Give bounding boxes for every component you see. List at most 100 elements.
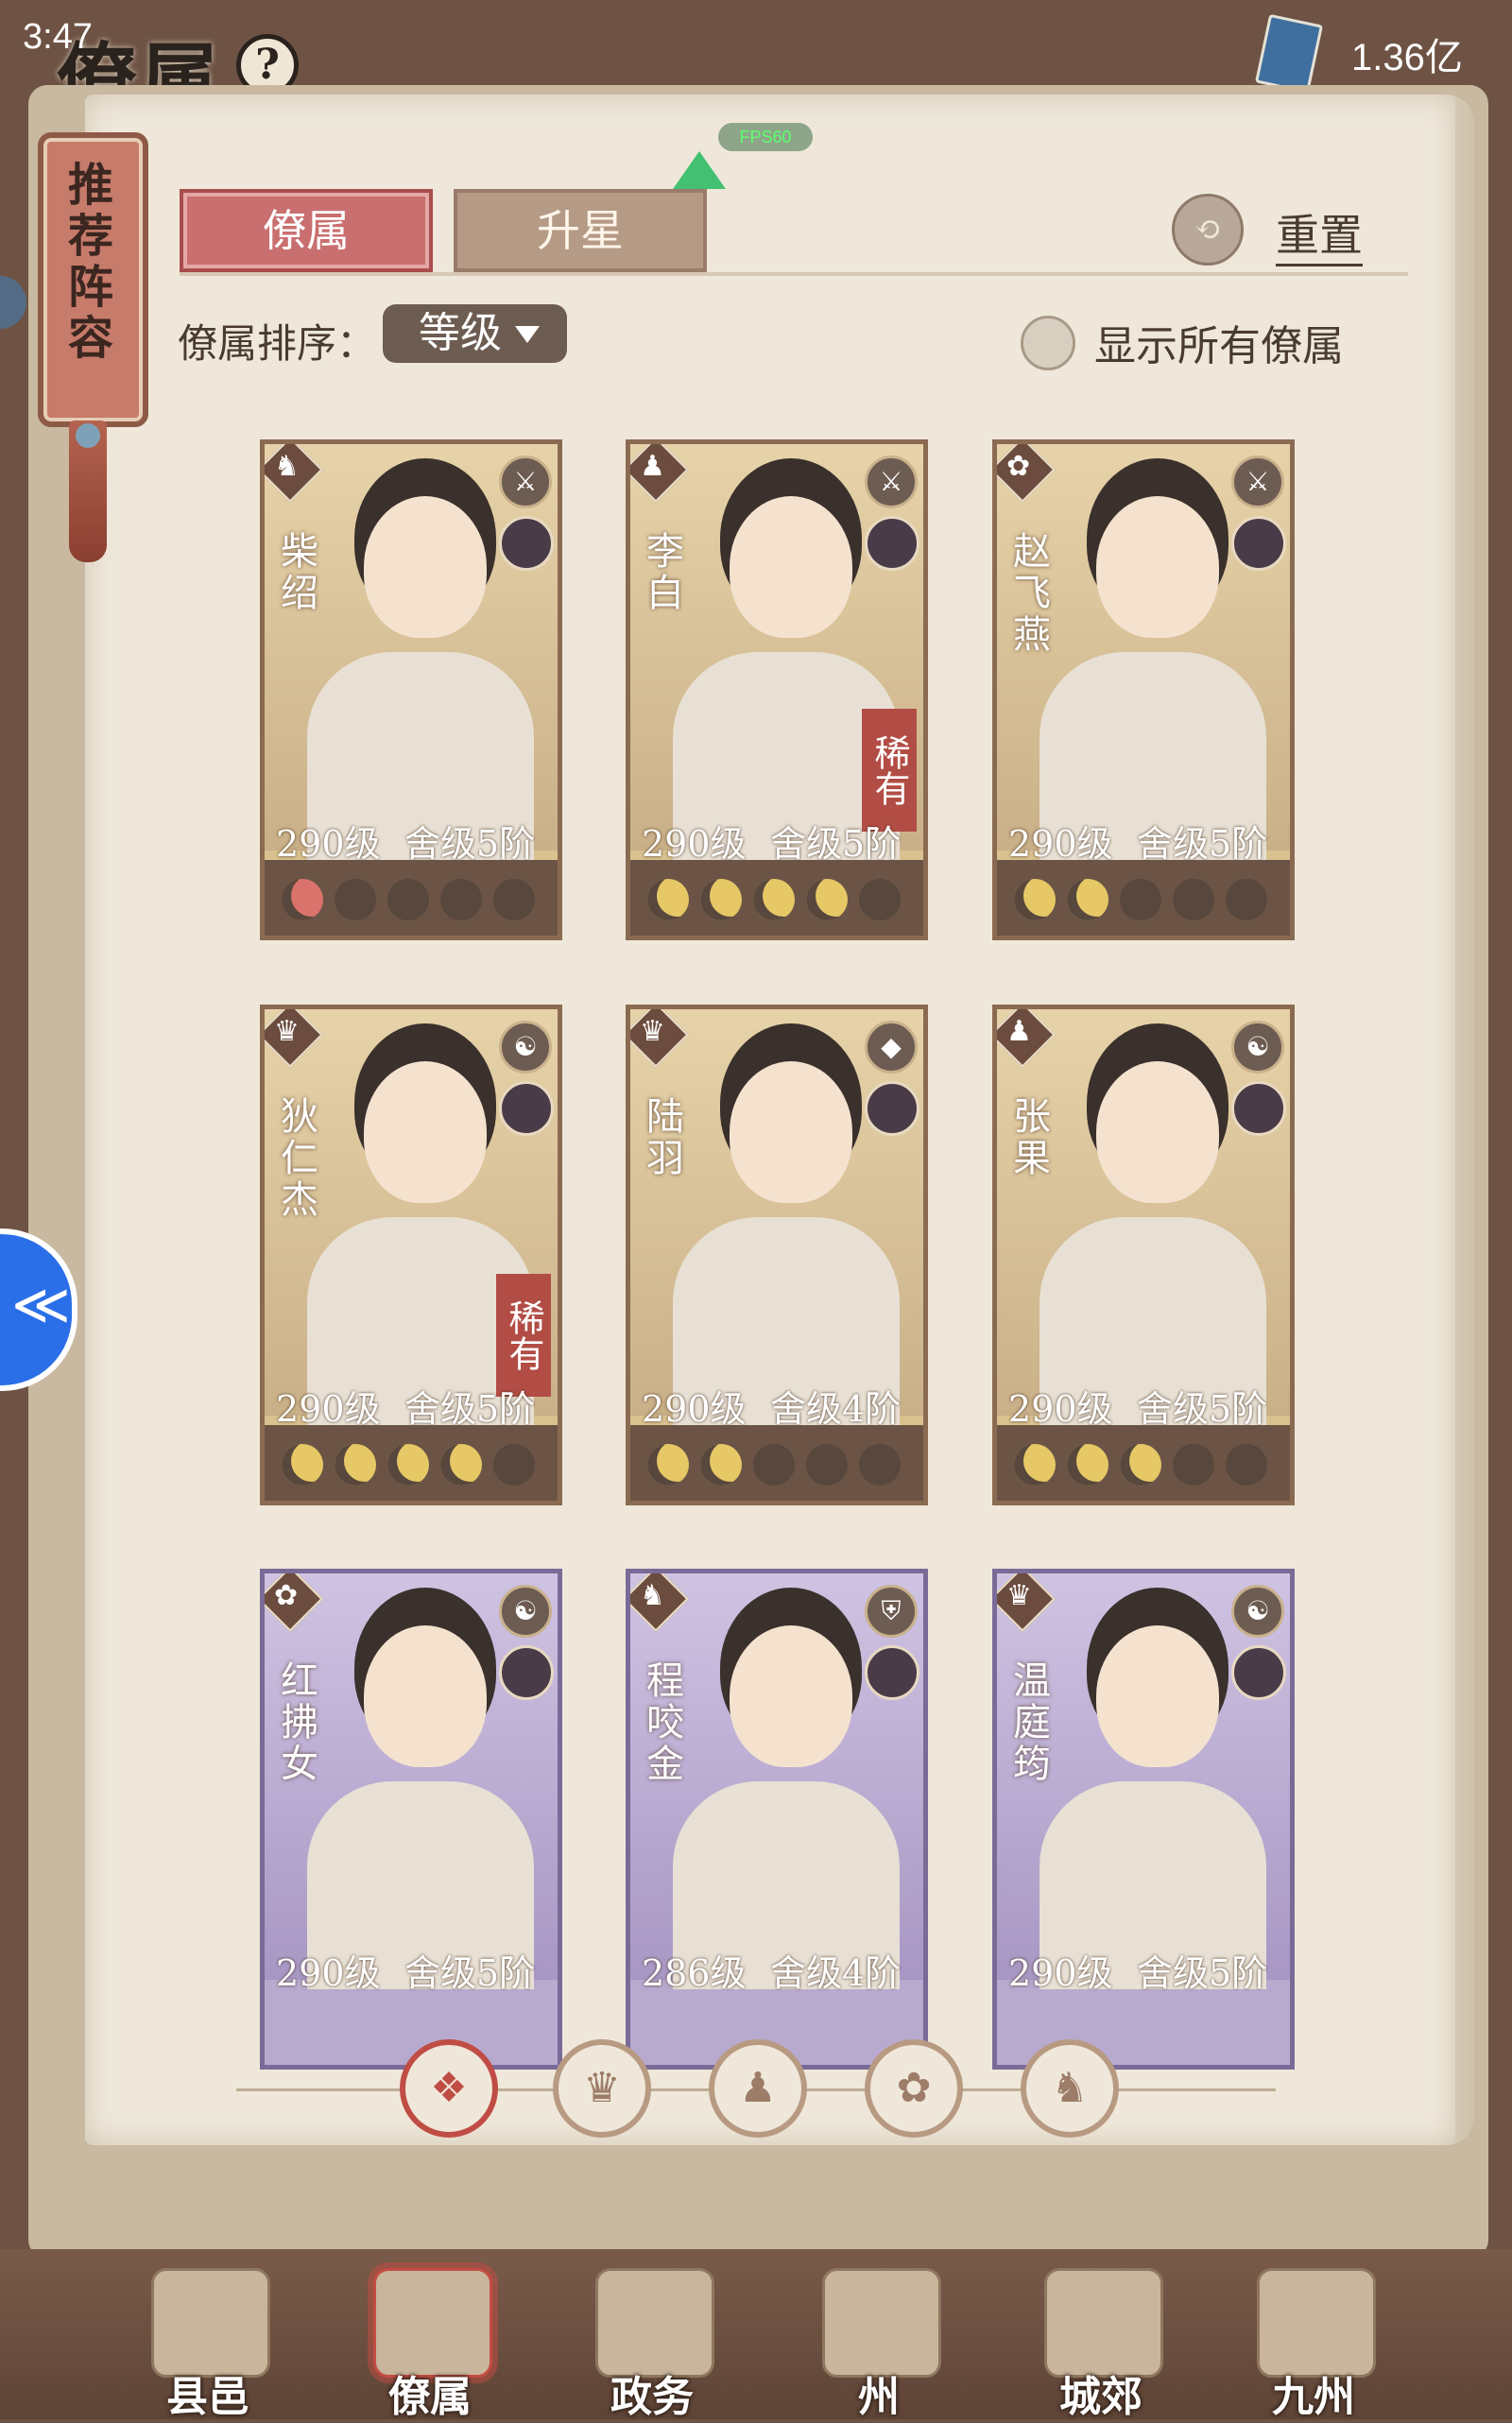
partner-avatar	[865, 516, 919, 571]
partner-avatar	[1231, 516, 1286, 571]
class-glyph-icon: ♛	[1006, 1579, 1032, 1612]
portrait-head	[730, 496, 852, 638]
card-rank: 舍级5阶	[404, 1952, 536, 1994]
chevron-down-icon[interactable]	[515, 326, 540, 343]
reset-button[interactable]: ⟲ 重置	[1172, 194, 1408, 266]
nav-item[interactable]: 县邑	[113, 2259, 302, 2421]
gourd-icon[interactable]: ♟	[709, 2039, 807, 2138]
faction-icon: ⚔	[499, 455, 552, 508]
horse-icon[interactable]: ♞	[1021, 2039, 1119, 2138]
card-rank: 舍级4阶	[770, 1388, 902, 1430]
card-name: 温庭筠	[1006, 1660, 1050, 1785]
sort-label: 僚属排序：	[178, 320, 377, 367]
partner-avatar	[499, 1081, 554, 1136]
official-hat-icon[interactable]: ♛	[553, 2039, 651, 2138]
nav-label: 州	[858, 2373, 900, 2421]
moon-star-icon	[1014, 1444, 1056, 1486]
nav-building-icon	[822, 2268, 941, 2378]
nav-label: 县邑	[166, 2373, 249, 2421]
nav-item[interactable]: 州	[784, 2259, 973, 2421]
card-level: 290级	[1008, 1952, 1113, 1994]
subordinate-card[interactable]: ♞ ⚔ 柴绍 290级 舍级5阶	[260, 439, 562, 940]
show-all-toggle[interactable]	[1021, 316, 1075, 370]
star-row	[630, 1425, 923, 1501]
subordinate-card[interactable]: ✿ ⚔ 赵飞燕 290级 舍级5阶	[992, 439, 1295, 940]
card-name: 柴绍	[274, 531, 318, 614]
nav-item[interactable]: 九州	[1219, 2259, 1408, 2421]
card-stats: 290级 舍级5阶	[997, 815, 1290, 865]
card-stats: 290级 舍级5阶	[997, 1944, 1290, 1994]
nav-item[interactable]: 政务	[558, 2259, 747, 2421]
card-name: 张果	[1006, 1096, 1050, 1179]
class-glyph-icon: ♟	[640, 450, 665, 483]
nav-label: 城郊	[1059, 2373, 1143, 2421]
card-level: 290级	[642, 823, 747, 865]
side-pin-icon[interactable]	[0, 276, 26, 329]
rare-badge: 稀有	[862, 709, 917, 832]
faction-icon: ⛨	[865, 1585, 918, 1638]
fps-badge: FPS60	[718, 123, 813, 151]
moon-star-icon	[1173, 1444, 1214, 1486]
class-glyph-icon: ♞	[274, 450, 300, 483]
portrait-head	[364, 1625, 487, 1767]
subordinate-card[interactable]: ✿ ☯ 红拂女 290级 舍级5阶	[260, 1569, 562, 2070]
card-stats: 290级 舍级5阶	[265, 1380, 558, 1430]
subordinate-card[interactable]: ♛ ☯ 温庭筠 290级 舍级5阶	[992, 1569, 1295, 2070]
tab-star-up[interactable]: 升星	[454, 189, 707, 272]
moon-star-icon	[647, 879, 689, 920]
recommended-lineup-label: 推荐阵容	[60, 161, 112, 365]
card-level: 286级	[642, 1952, 747, 1994]
class-glyph-icon: ♛	[640, 1015, 665, 1048]
all-diamond-icon[interactable]: ❖	[400, 2039, 498, 2138]
card-name: 狄仁杰	[274, 1096, 318, 1221]
faction-icon: ☯	[499, 1021, 552, 1074]
class-glyph-icon: ♟	[1006, 1015, 1032, 1048]
subordinate-card[interactable]: ♛ ◆ 陆羽 290级 舍级4阶	[626, 1005, 928, 1505]
star-row	[630, 860, 923, 936]
subordinate-card[interactable]: ♛ ☯ 狄仁杰 稀有 290级 舍级5阶	[260, 1005, 562, 1505]
tab-subordinates[interactable]: 僚属	[180, 189, 433, 272]
card-level: 290级	[276, 823, 381, 865]
moon-star-icon	[753, 879, 795, 920]
star-row	[997, 860, 1290, 936]
card-level: 290级	[276, 1388, 381, 1430]
subordinate-card[interactable]: ♟ ☯ 张果 290级 舍级5阶	[992, 1005, 1295, 1505]
class-glyph-icon: ✿	[274, 1579, 299, 1612]
card-name: 陆羽	[640, 1096, 683, 1179]
faction-icon: ☯	[1231, 1585, 1284, 1638]
class-glyph-icon: ✿	[1006, 450, 1031, 483]
assistant-icon: ≪	[11, 1273, 71, 1336]
card-level: 290级	[1008, 823, 1113, 865]
book-icon[interactable]	[1254, 13, 1324, 95]
faction-icon: ☯	[499, 1585, 552, 1638]
card-stats: 290级 舍级5阶	[997, 1380, 1290, 1430]
recommended-lineup-button[interactable]: 推荐阵容	[38, 132, 148, 427]
moon-star-icon	[859, 879, 901, 920]
bottom-nav: 县邑 僚属 政务 州 城郊 九州	[0, 2249, 1512, 2421]
up-arrow-icon	[673, 151, 726, 189]
nav-building-icon	[595, 2268, 714, 2378]
moon-star-icon	[1173, 879, 1214, 920]
nav-item[interactable]: 城郊	[1006, 2259, 1195, 2421]
moon-star-icon	[335, 1444, 376, 1486]
card-rank: 舍级5阶	[404, 823, 536, 865]
card-stats: 290级 舍级5阶	[265, 1944, 558, 1994]
show-all-label: 显示所有僚属	[1094, 322, 1344, 370]
card-rank: 舍级4阶	[770, 1952, 902, 1994]
moon-star-icon	[387, 879, 429, 920]
card-rank: 舍级5阶	[1137, 823, 1268, 865]
nav-item[interactable]: 僚属	[335, 2259, 524, 2421]
portrait-head	[364, 496, 487, 638]
class-glyph-icon: ♛	[274, 1015, 300, 1048]
card-rank: 舍级5阶	[404, 1388, 536, 1430]
partner-avatar	[1231, 1081, 1286, 1136]
card-rank: 舍级5阶	[770, 823, 902, 865]
subordinate-card[interactable]: ♞ ⛨ 程咬金 286级 舍级4阶	[626, 1569, 928, 2070]
fan-icon[interactable]: ✿	[865, 2039, 963, 2138]
tassel-bead-icon	[76, 423, 100, 448]
moon-star-icon	[1226, 879, 1267, 920]
subordinate-card[interactable]: ♟ ⚔ 李白 稀有 290级 舍级5阶	[626, 439, 928, 940]
partner-avatar	[1231, 1645, 1286, 1700]
card-stats: 290级 舍级5阶	[630, 815, 923, 865]
card-level: 290级	[1008, 1388, 1113, 1430]
